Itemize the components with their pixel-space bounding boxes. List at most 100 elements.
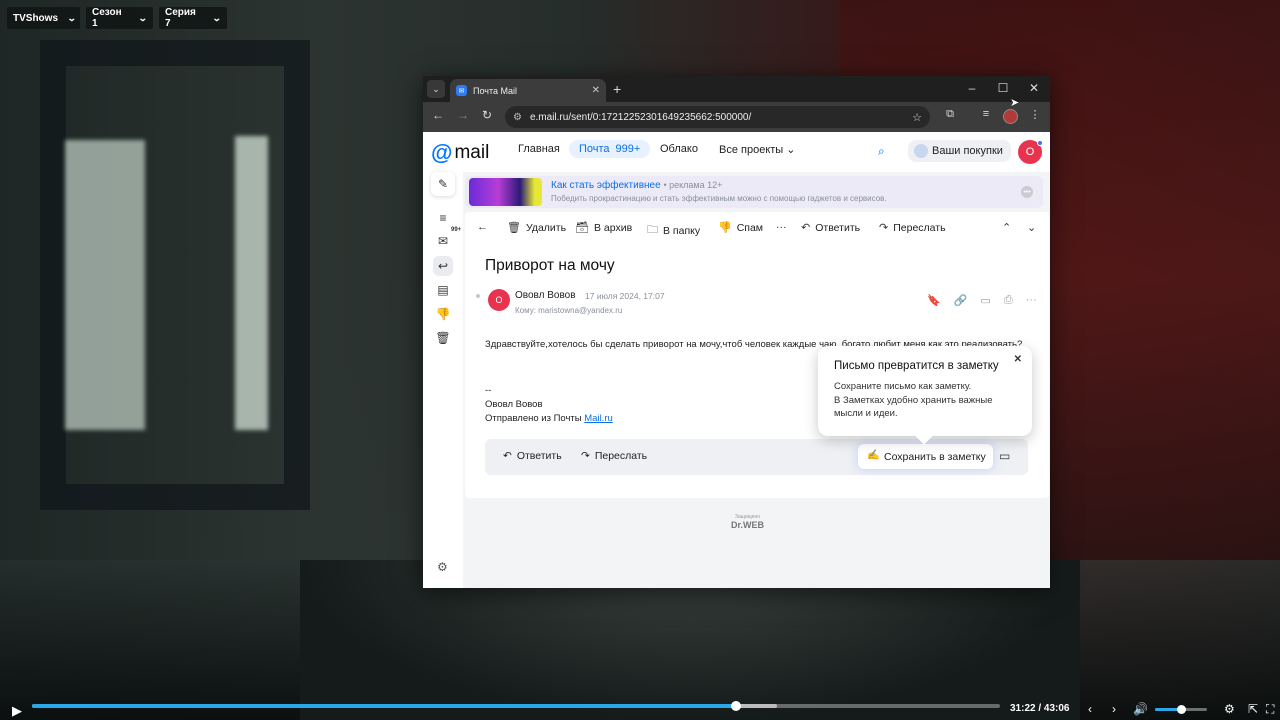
nav-cloud[interactable]: Облако — [660, 143, 698, 155]
move-folder-button[interactable]: 🗀 В папку — [647, 221, 700, 240]
menu-icon[interactable]: ≡ — [433, 208, 453, 228]
trash-icon[interactable]: 🗑 — [433, 328, 453, 348]
prev-letter-chevron-up-icon[interactable]: ⌃ — [1002, 221, 1011, 234]
profile-avatar[interactable] — [1003, 109, 1018, 124]
progress-fill — [32, 704, 736, 708]
new-tab-button[interactable]: + — [613, 81, 621, 97]
quick-reply-button[interactable]: ↶ Ответить — [503, 450, 562, 462]
user-avatar[interactable]: О — [1018, 140, 1043, 164]
save-to-note-label: Сохранить в заметку — [884, 450, 986, 463]
volume-icon[interactable]: 🔊 — [1133, 702, 1148, 716]
settings-gear-icon[interactable]: ⚙ — [437, 560, 448, 574]
episode-selector[interactable]: Серия 7 ⌄ — [159, 7, 227, 29]
ad-title: Как стать эффективнее • реклама 12+ — [551, 180, 722, 191]
player-controls: ▶ 31:22 / 43:06 ‹ › 🔊 ⚙ ⇱ ⛶ — [0, 696, 1280, 720]
signature-name: Ововл Вовов — [485, 399, 543, 410]
extensions-icon[interactable]: ⧉ — [941, 108, 959, 121]
next-letter-chevron-down-icon[interactable]: ⌄ — [1027, 221, 1036, 234]
inbox-badge: 99+ — [451, 227, 462, 233]
bg-window-light — [235, 136, 268, 430]
purchases-button[interactable]: Ваши покупки — [908, 140, 1011, 162]
season-selector[interactable]: Сезон 1 ⌄ — [86, 7, 153, 29]
search-icon[interactable]: ⌕ — [878, 144, 885, 159]
close-window-button[interactable]: ✕ — [1024, 81, 1044, 95]
calendar-icon[interactable]: ▭ — [999, 449, 1010, 463]
forward-button-top[interactable]: ↷ Переслать — [879, 221, 946, 235]
ad-mark: • реклама 12+ — [663, 180, 723, 190]
close-tab-icon[interactable]: ✕ — [592, 85, 600, 96]
reply-label: Ответить — [815, 221, 861, 234]
previous-icon[interactable]: ‹ — [1088, 702, 1092, 716]
tab-search-button[interactable]: ⌄ — [427, 80, 445, 98]
letter-date: 17 июля 2024, 17:07 — [585, 291, 665, 301]
time-separator: / — [1038, 703, 1042, 714]
play-icon[interactable]: ▶ — [12, 703, 22, 719]
reply-icon: ↶ — [801, 222, 811, 234]
back-button[interactable]: ← — [429, 108, 447, 122]
unread-dot[interactable] — [476, 294, 480, 298]
sender-avatar[interactable]: О — [488, 289, 510, 311]
browser-menu-icon[interactable]: ⋮ — [1026, 108, 1044, 121]
progress-bar[interactable] — [32, 701, 1000, 711]
mail-logo[interactable]: @ mail — [431, 140, 489, 166]
sent-reply-icon[interactable]: ↩ — [433, 256, 453, 276]
delete-button[interactable]: 🗑 Удалить — [507, 221, 567, 235]
show-selector[interactable]: TVShows ⌄ — [7, 7, 80, 29]
tab-mail[interactable]: ✉ Почта Mail ✕ — [450, 79, 606, 102]
volume-thumb[interactable] — [1177, 705, 1186, 714]
back-arrow-icon[interactable]: ← — [477, 221, 488, 233]
reply-button[interactable]: ↶ Ответить — [801, 221, 861, 235]
url-text: e.mail.ru/sent/0:17212252301649235662:50… — [529, 111, 752, 123]
mailru-link[interactable]: Mail.ru — [584, 413, 613, 424]
calendar-icon[interactable]: ▭ — [980, 294, 990, 307]
progress-thumb[interactable] — [730, 701, 741, 711]
ad-banner[interactable]: Как стать эффективнее • реклама 12+ Побе… — [465, 176, 1043, 208]
more-icon[interactable]: ··· — [1026, 294, 1037, 307]
nav-mail-label: Почта — [579, 143, 610, 155]
compose-pencil-icon[interactable]: ✎ — [431, 172, 455, 196]
chevron-down-icon: ⌄ — [212, 12, 223, 23]
address-bar[interactable]: ⚙ e.mail.ru/sent/0:17212252301649235662:… — [505, 106, 930, 128]
archive-button[interactable]: 🗃 В архив — [575, 221, 633, 235]
drafts-icon[interactable]: ▤ — [433, 280, 453, 300]
quick-forward-button[interactable]: ↷ Переслать — [581, 450, 647, 462]
media-controls-icon[interactable]: ≡ — [977, 108, 995, 120]
recipient-line: Кому: maristowna@yandex.ru — [515, 306, 623, 315]
archive-label: В архив — [593, 221, 633, 234]
bookmark-icon[interactable]: 🔖 — [927, 294, 941, 307]
reply-icon: ↶ — [503, 450, 512, 462]
delete-label: Удалить — [525, 221, 567, 234]
reload-button[interactable]: ↻ — [478, 108, 496, 122]
minimize-button[interactable]: – — [962, 81, 982, 95]
forward-button[interactable]: → — [454, 108, 472, 122]
bookmark-star-icon[interactable]: ☆ — [912, 111, 922, 124]
mouse-cursor-icon: ➤ — [1010, 97, 1020, 109]
sender-name[interactable]: Ововл Вовов — [515, 290, 576, 301]
link-icon[interactable]: 🔗 — [954, 294, 968, 307]
signature-dash: -- — [485, 385, 492, 396]
nav-all-projects-label: Все проекты — [719, 144, 784, 156]
user-initial: О — [1025, 146, 1035, 158]
inbox-icon[interactable]: ✉ 99+ — [433, 227, 461, 251]
print-icon[interactable]: ⎙ — [1004, 294, 1013, 307]
drweb-logo: Dr.WEB — [731, 520, 765, 530]
letter-subject: Приворот на мочу — [485, 257, 615, 274]
drweb-badge: Защищено Dr.WEB — [731, 514, 764, 530]
volume-slider[interactable] — [1155, 705, 1207, 714]
next-icon[interactable]: › — [1112, 702, 1116, 716]
nav-all-projects[interactable]: Все проекты ⌄ — [719, 143, 795, 156]
settings-gear-icon[interactable]: ⚙ — [1224, 702, 1235, 716]
nav-mail[interactable]: Почта 999+ — [569, 140, 651, 158]
site-info-icon[interactable]: ⚙ — [513, 112, 522, 123]
ad-close-icon[interactable]: ••• — [1021, 186, 1033, 198]
spam-thumb-down-icon[interactable]: 👎 — [433, 304, 453, 324]
close-icon[interactable]: ✕ — [1014, 354, 1022, 365]
quick-reply-bar: ↶ Ответить ↷ Переслать ✍ Сохранить в замет… — [485, 439, 1028, 475]
popout-icon[interactable]: ⇱ — [1248, 702, 1258, 716]
nav-home[interactable]: Главная — [518, 143, 560, 155]
more-actions-button[interactable]: ··· — [776, 221, 787, 233]
save-to-note-button[interactable]: ✍ Сохранить в заметку — [858, 444, 993, 469]
spam-button[interactable]: 👎 Спам — [718, 221, 763, 235]
fullscreen-icon[interactable]: ⛶ — [1266, 702, 1274, 717]
maximize-button[interactable]: ☐ — [993, 81, 1013, 95]
